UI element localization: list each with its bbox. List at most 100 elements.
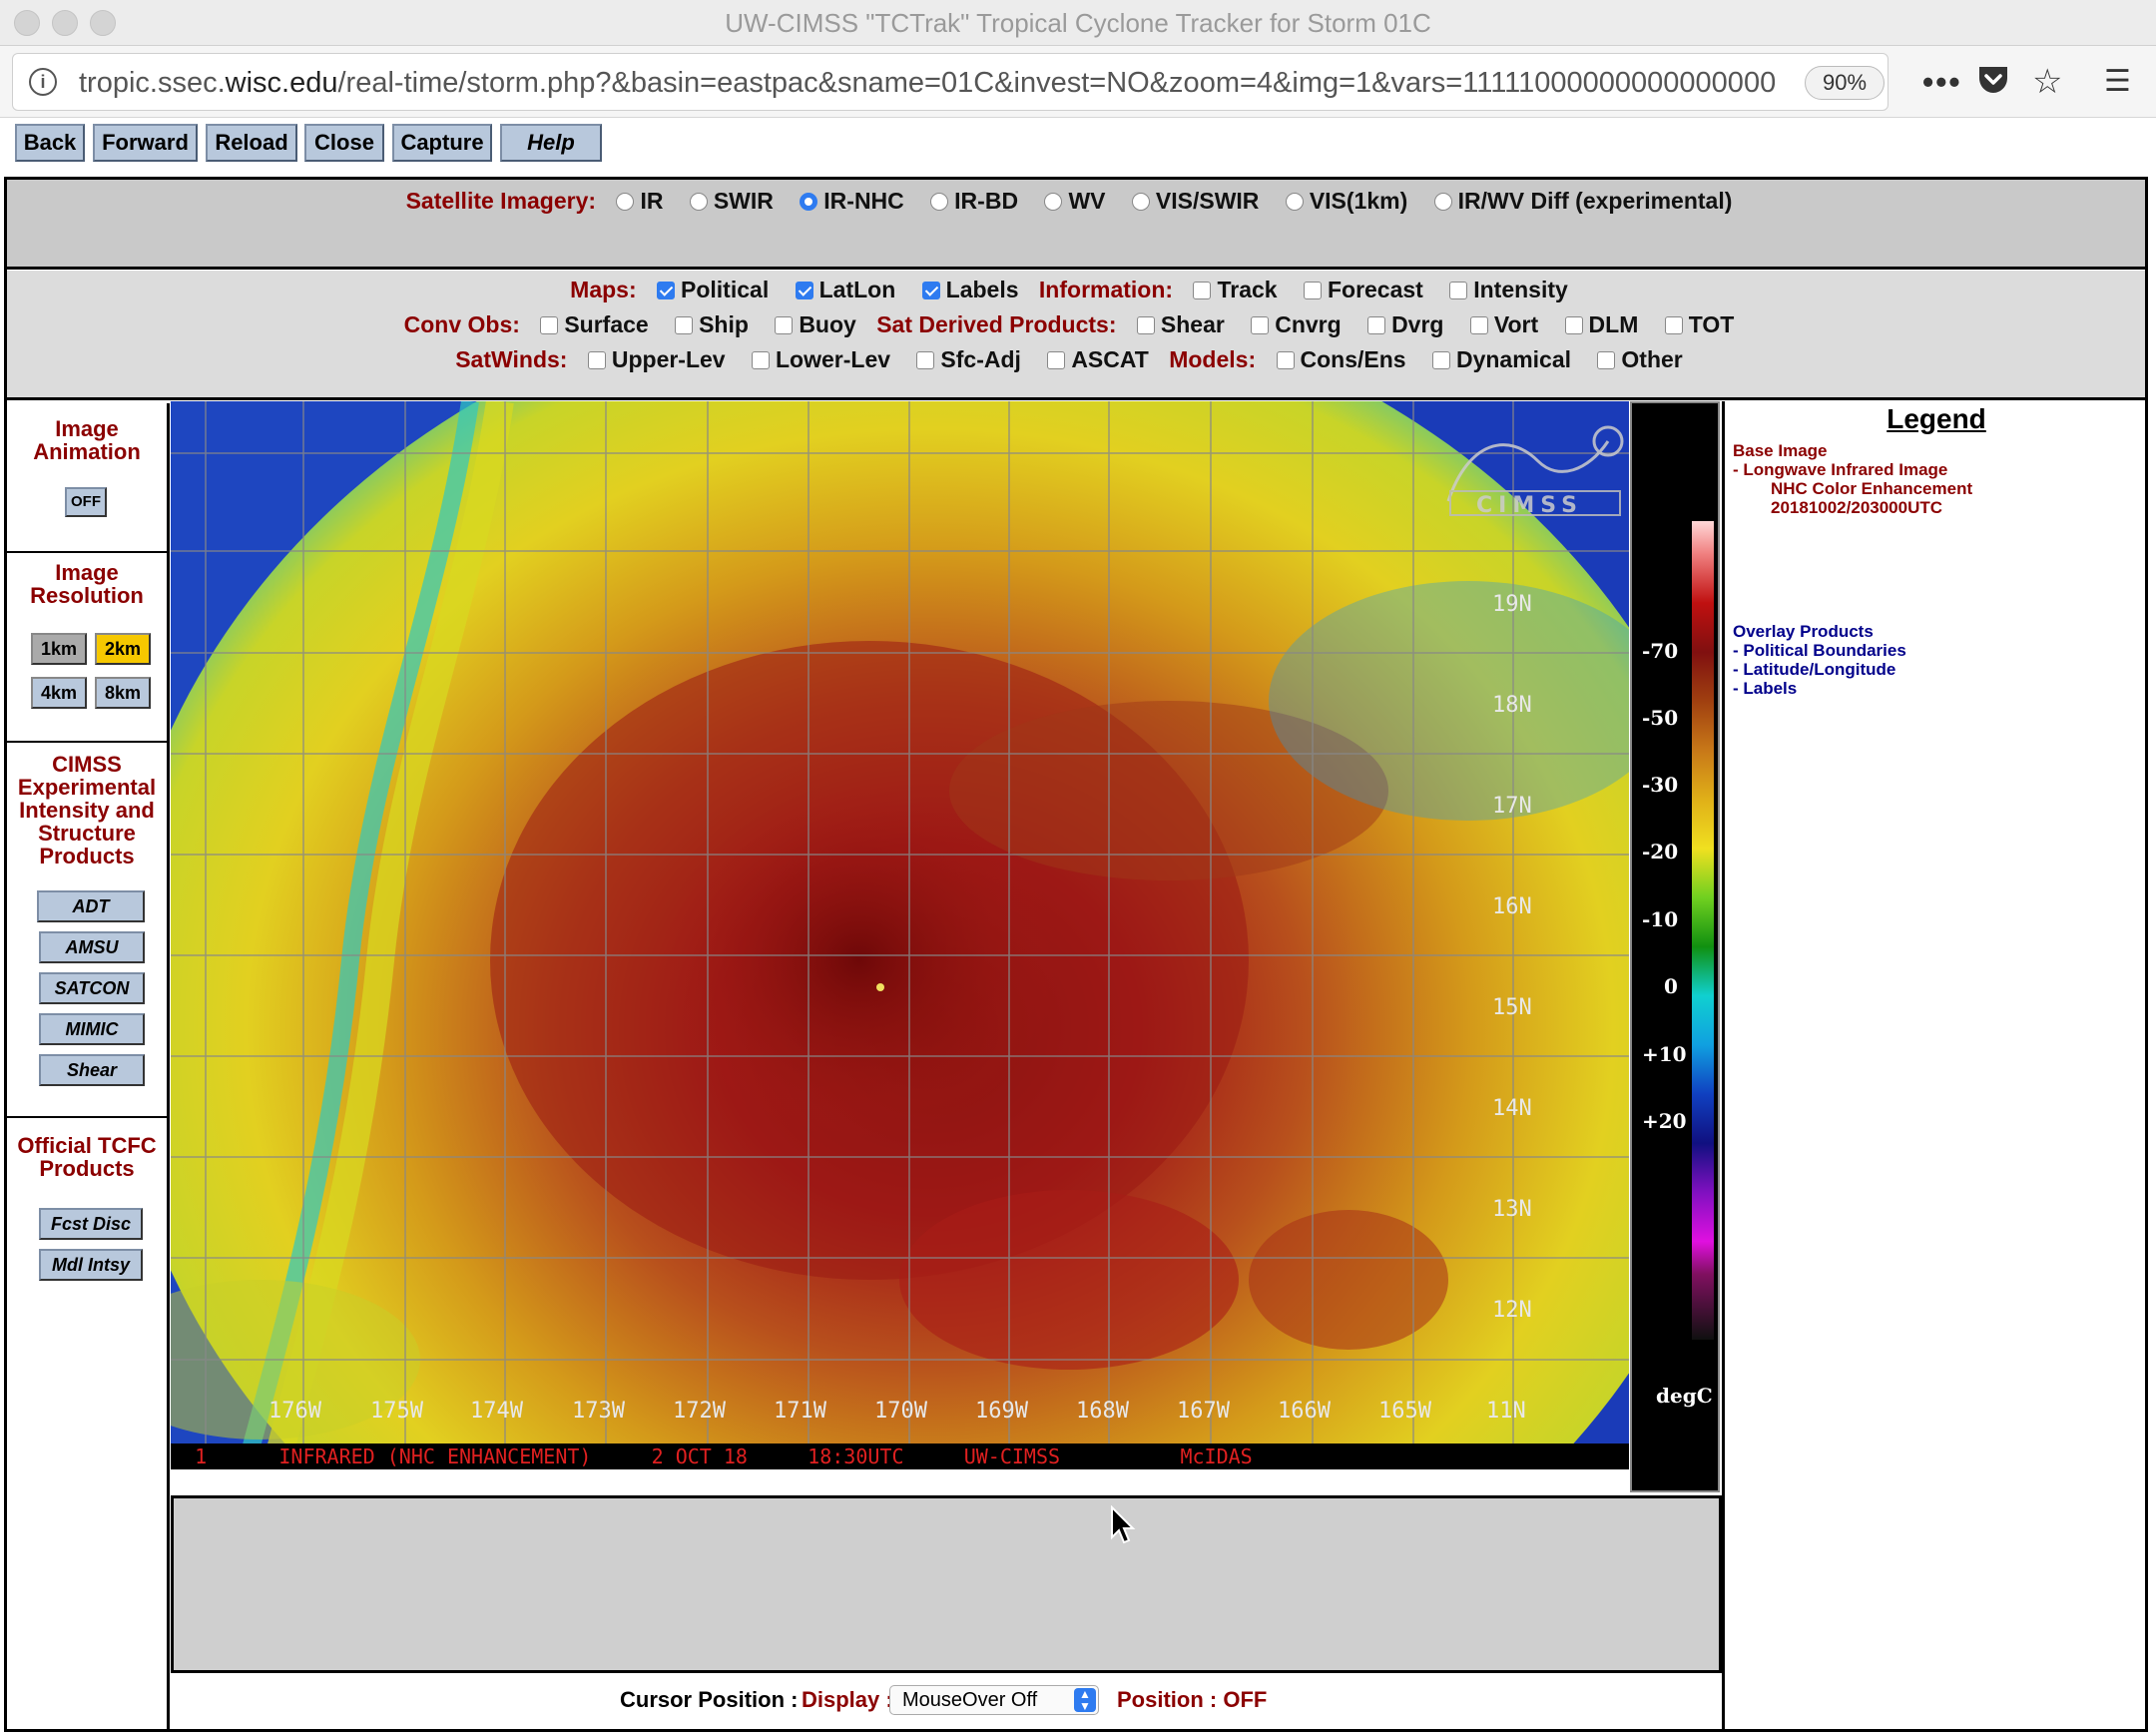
menu-icon[interactable]: ☰	[2104, 64, 2131, 100]
checkbox-ascat[interactable]	[1047, 351, 1066, 369]
checkbox-shear[interactable]	[1136, 316, 1155, 334]
animation-off-button[interactable]: OFF	[65, 487, 107, 517]
satellite-image[interactable]: CIMSS 19N 18N 17N 16N 15N 14N 13N 12N 11…	[171, 401, 1629, 1469]
checkbox-cnvrg[interactable]	[1251, 316, 1270, 334]
legend-title: Legend	[1886, 403, 1986, 434]
temperature-colorbar: -70 -50 -30 -20 -10 0 +10 +20 degC	[1630, 401, 1720, 1492]
checkbox-dynamical-label: Dynamical	[1455, 346, 1572, 372]
radio-wv[interactable]	[1044, 193, 1063, 211]
maps-information-row: Maps: Political LatLon Labels Informatio…	[7, 277, 2145, 303]
checkbox-track[interactable]	[1193, 282, 1212, 299]
help-button[interactable]: Help	[500, 124, 602, 162]
resolution-8km-button[interactable]: 8km	[95, 677, 151, 709]
checkbox-forecast[interactable]	[1303, 282, 1322, 299]
checkbox-dlm-label: DLM	[1588, 311, 1639, 337]
radio-ir-wv-diff-label: IR/WV Diff (experimental)	[1457, 188, 1733, 214]
resolution-1km-button[interactable]: 1km	[31, 633, 87, 665]
url-text[interactable]: tropic.ssec.wisc.edu/real-time/storm.php…	[79, 67, 1776, 100]
checkbox-other[interactable]	[1597, 351, 1616, 369]
bookmark-star-icon[interactable]: ☆	[2032, 64, 2062, 100]
radio-ir-nhc[interactable]	[800, 193, 818, 211]
radio-ir[interactable]	[616, 193, 635, 211]
radio-ir-nhc-label: IR-NHC	[823, 188, 904, 214]
back-button[interactable]: Back	[15, 124, 85, 162]
lon-label-165w: 165W	[1378, 1399, 1432, 1424]
checkbox-political[interactable]	[657, 282, 676, 299]
satcon-button[interactable]: SATCON	[39, 972, 145, 1004]
amsu-button[interactable]: AMSU	[39, 931, 145, 963]
checkbox-upper-lev[interactable]	[587, 351, 606, 369]
checkbox-tot-label: TOT	[1688, 311, 1735, 337]
lon-label-168w: 168W	[1076, 1399, 1130, 1424]
adt-button[interactable]: ADT	[37, 890, 145, 922]
animation-title: Image Animation	[33, 416, 141, 464]
radio-vis-swir-label: VIS/SWIR	[1155, 188, 1260, 214]
mouse-pointer-icon	[1110, 1504, 1136, 1550]
maps-label: Maps:	[570, 277, 637, 302]
window-title: UW-CIMSS "TCTrak" Tropical Cyclone Track…	[725, 8, 1431, 38]
overlay-products-title: Overlay Products	[1733, 622, 1874, 641]
colorbar-unit: degC	[1656, 1384, 1713, 1408]
checkbox-cons-ens[interactable]	[1276, 351, 1295, 369]
satellite-imagery-panel: Satellite Imagery: IR SWIR IR-NHC IR-BD …	[7, 180, 2145, 270]
checkbox-labels[interactable]	[921, 282, 940, 299]
checkbox-surface[interactable]	[540, 316, 559, 334]
checkbox-dvrg[interactable]	[1367, 316, 1386, 334]
resolution-4km-button[interactable]: 4km	[31, 677, 87, 709]
radio-wv-label: WV	[1068, 188, 1106, 214]
checkbox-cons-ens-label: Cons/Ens	[1300, 346, 1406, 372]
display-mode-select[interactable]: MouseOver Off ▲ ▼	[889, 1685, 1099, 1715]
radio-ir-wv-diff[interactable]	[1433, 193, 1452, 211]
radio-vis-swir[interactable]	[1131, 193, 1150, 211]
checkbox-buoy[interactable]	[775, 316, 794, 334]
radio-vis-1km[interactable]	[1285, 193, 1304, 211]
close-button[interactable]: Close	[304, 124, 384, 162]
reload-button[interactable]: Reload	[206, 124, 297, 162]
colorbar-tick-plus-10: +10	[1642, 1042, 1687, 1066]
information-label: Information:	[1038, 277, 1174, 302]
checkbox-dynamical[interactable]	[1431, 351, 1450, 369]
site-info-icon[interactable]: i	[29, 68, 57, 96]
lon-label-171w: 171W	[774, 1399, 827, 1424]
lat-label-12n: 12N	[1492, 1298, 1532, 1323]
address-bar[interactable]: i tropic.ssec.wisc.edu/real-time/storm.p…	[12, 53, 1888, 111]
lat-label-17n: 17N	[1492, 794, 1532, 819]
checkbox-intensity[interactable]	[1449, 282, 1468, 299]
colorbar-gradient	[1692, 521, 1714, 1340]
radio-ir-bd[interactable]	[930, 193, 949, 211]
overlay-options-panel: Maps: Political LatLon Labels Informatio…	[7, 271, 2145, 400]
resolution-title: Image Resolution	[30, 560, 144, 608]
fcst-disc-button[interactable]: Fcst Disc	[39, 1208, 143, 1240]
pocket-icon[interactable]	[1976, 64, 2010, 103]
radio-swir-label: SWIR	[713, 188, 774, 214]
satwinds-label: SatWinds:	[455, 346, 568, 372]
checkbox-latlon[interactable]	[795, 282, 813, 299]
colorbar-tick-plus-20: +20	[1642, 1109, 1687, 1133]
mdl-intsy-button[interactable]: Mdl Intsy	[39, 1249, 143, 1281]
checkbox-sfc-adj[interactable]	[916, 351, 935, 369]
shear-button[interactable]: Shear	[39, 1054, 145, 1086]
checkbox-vort[interactable]	[1469, 316, 1488, 334]
mimic-button[interactable]: MIMIC	[39, 1013, 145, 1045]
checkbox-other-label: Other	[1621, 346, 1683, 372]
winds-models-row: SatWinds: Upper-Lev Lower-Lev Sfc-Adj AS…	[7, 346, 2145, 373]
checkbox-tot[interactable]	[1664, 316, 1683, 334]
colorbar-tick-minus-70: -70	[1642, 639, 1679, 663]
checkbox-lower-lev[interactable]	[752, 351, 770, 369]
capture-button[interactable]: Capture	[392, 124, 492, 162]
colorbar-tick-zero: 0	[1664, 974, 1678, 998]
checkbox-track-label: Track	[1217, 277, 1278, 302]
radio-ir-label: IR	[640, 188, 664, 214]
resolution-section: Image Resolution 1km 2km 4km 8km	[7, 553, 167, 743]
resolution-2km-button[interactable]: 2km	[95, 633, 151, 665]
checkbox-dlm[interactable]	[1564, 316, 1583, 334]
page-actions-icon[interactable]: •••	[1922, 64, 1962, 100]
lon-label-172w: 172W	[673, 1399, 727, 1424]
forward-button[interactable]: Forward	[93, 124, 198, 162]
lat-label-19n: 19N	[1492, 592, 1532, 617]
sat-derived-label: Sat Derived Products:	[876, 311, 1117, 337]
radio-swir[interactable]	[689, 193, 708, 211]
radio-ir-bd-label: IR-BD	[954, 188, 1019, 214]
zoom-level-indicator[interactable]: 90%	[1805, 66, 1885, 100]
checkbox-ship[interactable]	[675, 316, 694, 334]
